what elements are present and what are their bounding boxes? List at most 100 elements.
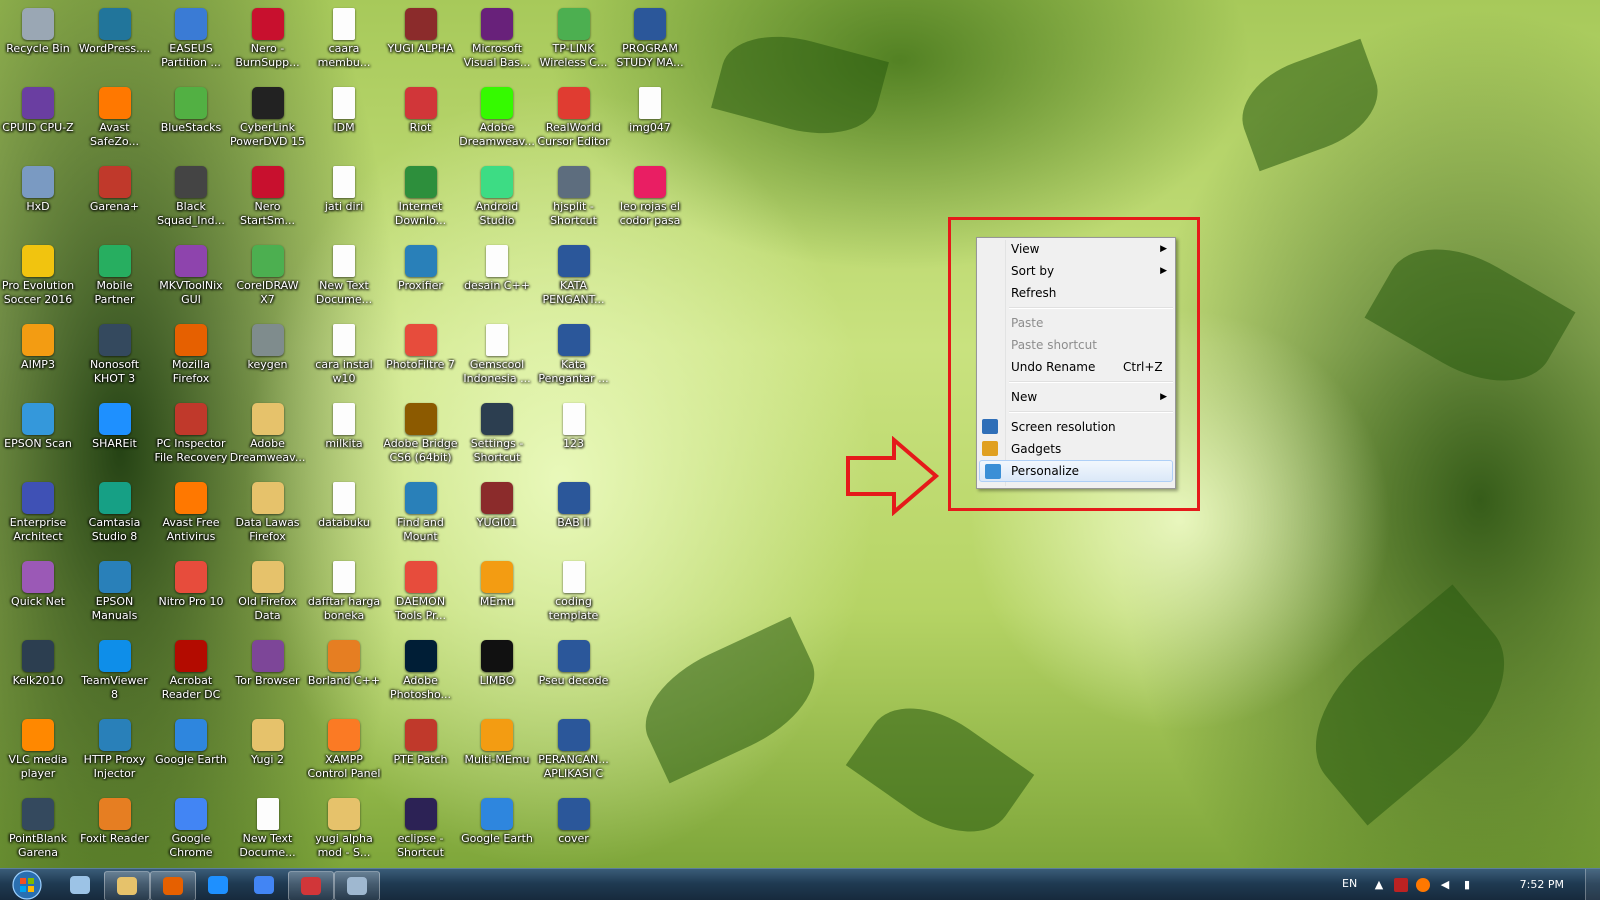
desktop-icon[interactable]: PC Inspector File Recovery [153, 399, 229, 473]
desktop-icon[interactable]: yugi alpha mod - S... [306, 794, 382, 868]
desktop-icon[interactable]: Google Chrome [153, 794, 229, 868]
desktop-icon[interactable]: Android Studio [459, 162, 535, 236]
desktop-icon[interactable]: PROGRAM STUDY MA... [612, 4, 688, 78]
desktop-icon[interactable]: dafftar harga boneka [306, 557, 382, 631]
desktop-icon[interactable]: Pro Evolution Soccer 2016 [0, 241, 76, 315]
desktop-icon[interactable]: YUGI ALPHA [383, 4, 459, 78]
desktop-icon[interactable]: Acrobat Reader DC [153, 636, 229, 710]
desktop-icon[interactable]: hjsplit - Shortcut [536, 162, 612, 236]
desktop-icon[interactable]: Mozilla Firefox [153, 320, 229, 394]
desktop-icon[interactable]: RealWorld Cursor Editor [536, 83, 612, 157]
taskbar-button-windows-explorer[interactable] [58, 871, 102, 899]
taskbar-button-find-mount[interactable] [334, 871, 380, 900]
desktop-icon[interactable]: Avast SafeZo... [77, 83, 153, 157]
taskbar-button-file-explorer[interactable] [104, 871, 150, 900]
language-indicator[interactable]: EN [1342, 877, 1357, 890]
desktop-icon[interactable]: Data Lawas Firefox [230, 478, 306, 552]
desktop-icon[interactable]: eclipse - Shortcut [383, 794, 459, 868]
menu-item-undo-rename[interactable]: Undo Rename Ctrl+Z [977, 356, 1175, 378]
desktop-icon[interactable]: Nero StartSm... [230, 162, 306, 236]
desktop-icon[interactable]: New Text Docume... [306, 241, 382, 315]
desktop-icon[interactable]: coding template [536, 557, 612, 631]
network-signal-icon[interactable]: ▮ [1460, 878, 1474, 892]
taskbar-button-riot[interactable] [288, 871, 334, 900]
desktop-icon[interactable]: Adobe Dreamweav... [230, 399, 306, 473]
menu-item-sort-by[interactable]: Sort by ▶ [977, 260, 1175, 282]
desktop-icon[interactable]: Borland C++ [306, 636, 382, 710]
start-button[interactable] [8, 869, 46, 900]
desktop-icon[interactable]: Tor Browser [230, 636, 306, 710]
desktop-icon[interactable]: databuku [306, 478, 382, 552]
desktop-icon[interactable]: PTE Patch [383, 715, 459, 789]
desktop-icon[interactable]: CPUID CPU-Z [0, 83, 76, 157]
desktop-icon[interactable]: MEmu [459, 557, 535, 631]
show-hidden-icons-icon[interactable]: ▲ [1372, 878, 1386, 892]
desktop-icon[interactable]: jati diri [306, 162, 382, 236]
menu-item-gadgets[interactable]: Gadgets [977, 438, 1175, 460]
desktop-icon[interactable]: Garena+ [77, 162, 153, 236]
desktop-icon[interactable]: YUGI01 [459, 478, 535, 552]
desktop-icon[interactable]: cara instal w10 [306, 320, 382, 394]
desktop-icon[interactable]: Nitro Pro 10 [153, 557, 229, 631]
action-center-flag-icon[interactable] [1394, 878, 1408, 892]
desktop-icon[interactable]: Black Squad_Ind... [153, 162, 229, 236]
desktop-icon[interactable]: WordPress.... [77, 4, 153, 78]
desktop-icon[interactable]: MKVToolNix GUI [153, 241, 229, 315]
desktop-icon[interactable]: caara membu... [306, 4, 382, 78]
desktop-icon[interactable]: TeamViewer 8 [77, 636, 153, 710]
desktop-icon[interactable]: Find and Mount [383, 478, 459, 552]
menu-item-refresh[interactable]: Refresh [977, 282, 1175, 304]
desktop-icon[interactable]: SHAREit [77, 399, 153, 473]
desktop[interactable]: Recycle Bin WordPress.... EASEUS Partition… [0, 0, 1600, 868]
desktop-icon[interactable]: KATA PENGANT... [536, 241, 612, 315]
avast-tray-icon[interactable] [1416, 878, 1430, 892]
desktop-icon[interactable]: PointBlank Garena [0, 794, 76, 868]
menu-item-view[interactable]: View ▶ [977, 238, 1175, 260]
desktop-icon[interactable]: Adobe Dreamweav... [459, 83, 535, 157]
desktop-icon[interactable]: DAEMON Tools Pr... [383, 557, 459, 631]
desktop-icon[interactable]: TP-LINK Wireless C... [536, 4, 612, 78]
desktop-icon[interactable]: PhotoFiltre 7 [383, 320, 459, 394]
desktop-icon[interactable]: Adobe Bridge CS6 (64bit) [383, 399, 459, 473]
desktop-icon[interactable]: EPSON Manuals [77, 557, 153, 631]
desktop-icon[interactable]: Enterprise Architect [0, 478, 76, 552]
desktop-icon[interactable]: XAMPP Control Panel [306, 715, 382, 789]
desktop-icon[interactable]: desain C++ [459, 241, 535, 315]
desktop-icon[interactable]: 123 [536, 399, 612, 473]
desktop-icon[interactable]: CorelDRAW X7 [230, 241, 306, 315]
taskbar-button-chrome[interactable] [242, 871, 286, 899]
desktop-icon[interactable]: Kata Pengantar ... [536, 320, 612, 394]
desktop-icon[interactable]: Google Earth [153, 715, 229, 789]
desktop-icon[interactable]: Settings - Shortcut [459, 399, 535, 473]
desktop-icon[interactable]: LIMBO [459, 636, 535, 710]
desktop-icon[interactable]: Avast Free Antivirus [153, 478, 229, 552]
desktop-icon[interactable]: AIMP3 [0, 320, 76, 394]
desktop-icon[interactable]: Internet Downlo... [383, 162, 459, 236]
desktop-icon[interactable]: Proxifier [383, 241, 459, 315]
menu-item-screen-resolution[interactable]: Screen resolution [977, 416, 1175, 438]
taskbar-button-internet-explorer[interactable] [196, 871, 240, 899]
desktop-icon[interactable]: CyberLink PowerDVD 15 [230, 83, 306, 157]
desktop-icon[interactable]: Camtasia Studio 8 [77, 478, 153, 552]
desktop-icon[interactable]: milkita [306, 399, 382, 473]
desktop-icon[interactable]: Adobe Photosho... [383, 636, 459, 710]
desktop-icon[interactable]: Nero - BurnSupp... [230, 4, 306, 78]
desktop-icon[interactable]: Gemscool Indonesia ... [459, 320, 535, 394]
desktop-icon[interactable]: leo rojas el codor pasa [612, 162, 688, 236]
desktop-icon[interactable]: Google Earth [459, 794, 535, 868]
desktop-icon[interactable]: BlueStacks [153, 83, 229, 157]
desktop-icon[interactable]: Riot [383, 83, 459, 157]
desktop-icon[interactable]: HTTP Proxy Injector [77, 715, 153, 789]
clock[interactable]: 7:52 PM [1520, 878, 1564, 891]
desktop-icon[interactable]: VLC media player [0, 715, 76, 789]
menu-item-personalize[interactable]: Personalize [979, 460, 1173, 482]
desktop-icon[interactable]: Foxit Reader [77, 794, 153, 868]
desktop-icon[interactable]: Old Firefox Data [230, 557, 306, 631]
desktop-icon[interactable]: PERANCAN... APLIKASI C [536, 715, 612, 789]
menu-item-new[interactable]: New ▶ [977, 386, 1175, 408]
taskbar-button-firefox[interactable] [150, 871, 196, 900]
desktop-icon[interactable]: Multi-MEmu [459, 715, 535, 789]
desktop-icon[interactable]: cover [536, 794, 612, 868]
desktop-icon[interactable]: HxD [0, 162, 76, 236]
desktop-icon[interactable]: Quick Net [0, 557, 76, 631]
